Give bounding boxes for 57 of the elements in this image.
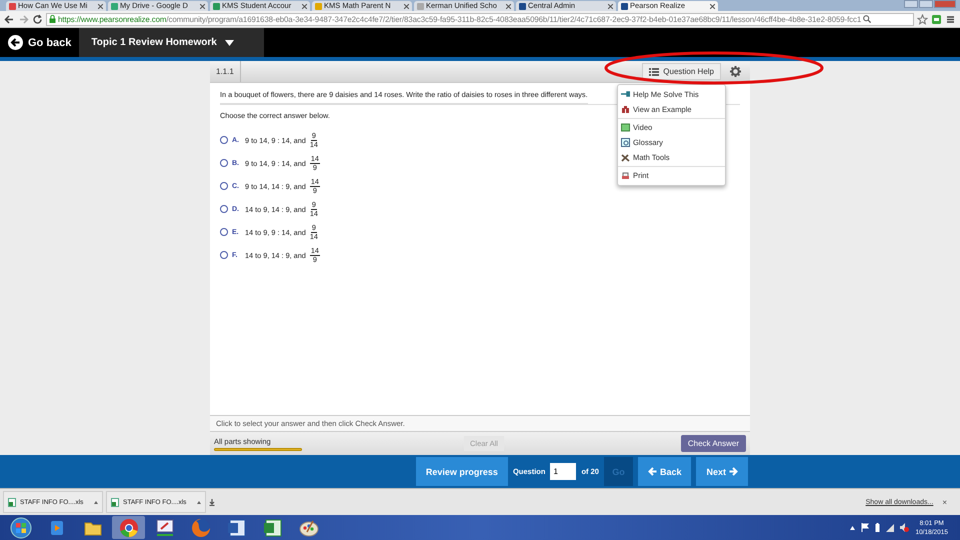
printer-icon — [621, 171, 630, 180]
windows-logo-icon — [10, 516, 32, 538]
page-icon — [621, 2, 628, 10]
check-answer-button[interactable]: Check Answer — [680, 435, 746, 452]
radio-button[interactable] — [220, 205, 228, 213]
caret-icon — [197, 500, 201, 504]
close-icon[interactable] — [200, 4, 205, 8]
next-button[interactable]: Next — [696, 457, 748, 486]
close-icon[interactable] — [404, 4, 409, 8]
radio-button[interactable] — [220, 136, 228, 144]
taskbar-button[interactable] — [112, 516, 145, 539]
star-icon[interactable] — [917, 14, 928, 24]
radio-button[interactable] — [220, 159, 228, 167]
question-number: 1.1.1 — [210, 61, 241, 82]
presentation-icon — [154, 516, 176, 538]
close-icon[interactable] — [506, 4, 511, 8]
list-icon — [649, 68, 660, 76]
page-icon — [519, 2, 526, 10]
lock-icon — [49, 15, 56, 23]
question-number-field[interactable]: 1 — [550, 463, 576, 480]
question-help-button[interactable]: Question Help — [642, 63, 721, 80]
left-arrow-icon — [648, 467, 657, 476]
speaker-muted-icon[interactable] — [900, 523, 910, 532]
review-progress-button[interactable]: Review progress — [416, 457, 508, 486]
page-icon — [417, 2, 424, 10]
battery-icon[interactable] — [875, 523, 880, 532]
signal-icon[interactable] — [886, 524, 894, 532]
address-bar[interactable] — [46, 12, 914, 26]
download-icon — [209, 498, 215, 506]
search-icon[interactable] — [863, 15, 872, 23]
close-icon[interactable] — [608, 4, 613, 8]
page-icon — [213, 2, 220, 10]
back-button[interactable]: Back — [638, 457, 692, 486]
radio-button[interactable] — [220, 182, 228, 190]
go-back-button[interactable]: Go back — [0, 28, 80, 57]
caret-icon[interactable] — [850, 526, 856, 530]
radio-button[interactable] — [220, 251, 228, 259]
page-icon — [111, 2, 118, 10]
page-icon — [9, 2, 16, 10]
spreadsheet-icon — [8, 498, 16, 506]
flag-icon[interactable] — [861, 523, 870, 532]
menu-icon[interactable] — [945, 14, 956, 24]
settings-icon — [730, 66, 740, 77]
close-icon[interactable] — [710, 4, 715, 8]
caret-icon — [224, 40, 234, 46]
page-icon — [315, 2, 322, 10]
reload-icon[interactable] — [32, 14, 43, 24]
back-arrow-icon — [8, 35, 23, 50]
close-icon[interactable] — [98, 4, 103, 8]
caret-icon — [94, 500, 98, 504]
right-arrow-icon — [729, 467, 738, 476]
spreadsheet-icon — [111, 498, 119, 506]
close-button[interactable]: × — [942, 498, 947, 506]
assignment-dropdown[interactable]: Topic 1 Review Homework — [79, 28, 264, 57]
close-icon[interactable] — [302, 4, 307, 8]
back-arrow-icon[interactable] — [4, 14, 15, 24]
radio-button[interactable] — [220, 228, 228, 236]
